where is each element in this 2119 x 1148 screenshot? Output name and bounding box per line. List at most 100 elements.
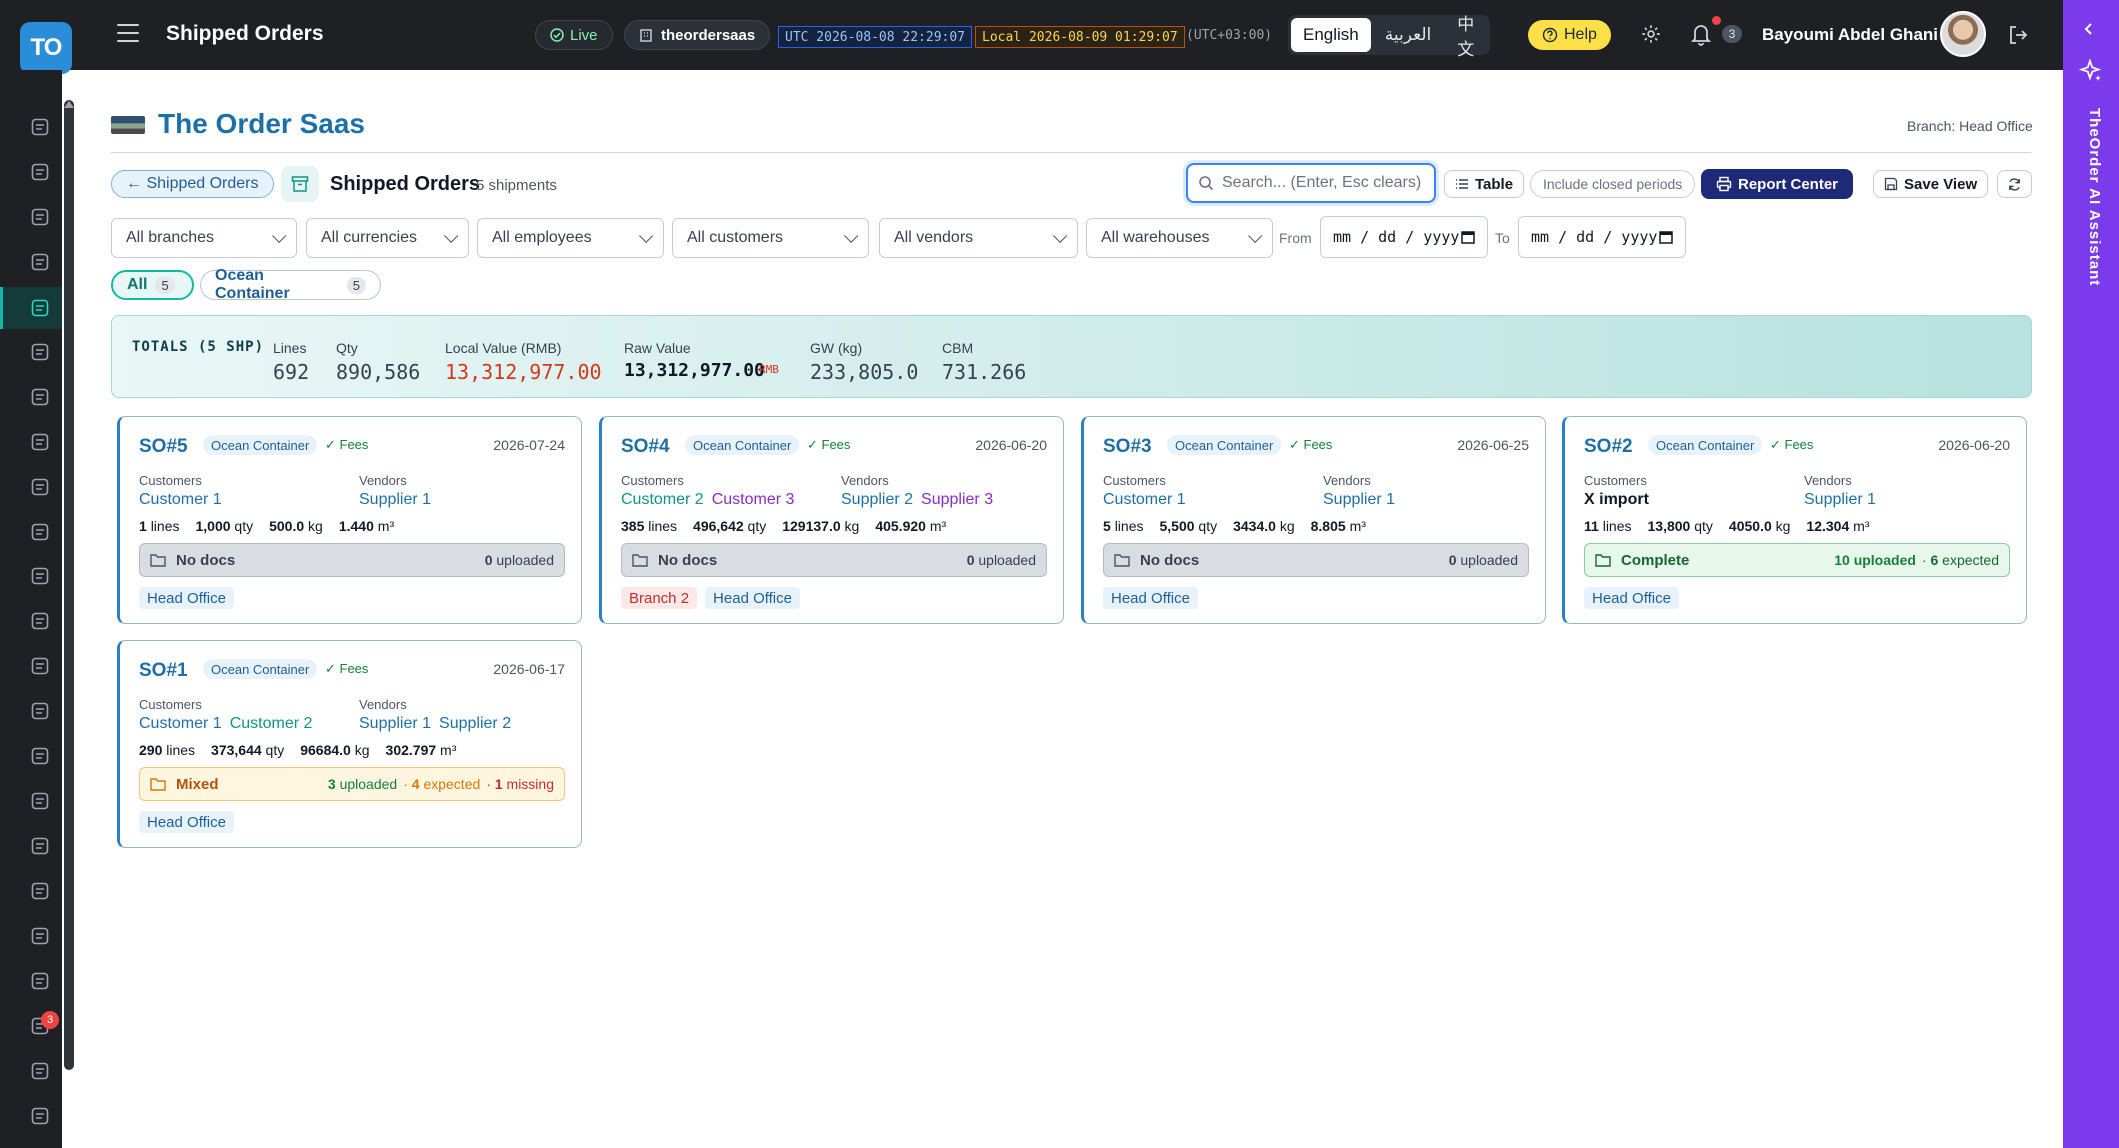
user-group-icon[interactable] (29, 1060, 51, 1082)
lang-arabic[interactable]: العربية (1373, 18, 1443, 52)
docs-status-bar[interactable]: Complete 10 uploaded · 6 expected (1584, 543, 2010, 577)
lang-english[interactable]: English (1291, 18, 1371, 52)
qty-value: 496,642 (693, 518, 744, 534)
wallet-icon[interactable] (29, 655, 51, 677)
qty-unit: qty (1694, 518, 1713, 534)
from-date-input[interactable]: mm / dd / yyyy (1320, 216, 1488, 258)
users-icon[interactable] (29, 431, 51, 453)
sparkle-icon[interactable] (2078, 58, 2104, 84)
shipment-card[interactable]: SO#1 Ocean Container ✓ Fees 2026-06-17 Custo… (117, 640, 582, 848)
so-number[interactable]: SO#1 (139, 660, 188, 682)
scroll-up-arrow-icon[interactable] (64, 101, 74, 108)
currencies-filter-value: All currencies (321, 229, 418, 246)
calendar-icon[interactable] (1659, 230, 1673, 244)
report-center-button[interactable]: Report Center (1701, 169, 1854, 199)
tenant-selector[interactable]: theordersaas (624, 20, 771, 50)
lines-unit: lines (150, 518, 180, 534)
shipment-card[interactable]: SO#5 Ocean Container ✓ Fees 2026-07-24 Custo… (117, 416, 582, 624)
dollar-doc-icon[interactable] (29, 610, 51, 632)
shipment-card[interactable]: SO#3 Ocean Container ✓ Fees 2026-06-25 Custo… (1081, 416, 1546, 624)
user-name[interactable]: Bayoumi Abdel Ghani (1762, 25, 1938, 45)
back-button[interactable]: ← Shipped Orders (111, 170, 274, 198)
dollar-icon[interactable] (29, 835, 51, 857)
dashboard-icon[interactable] (29, 116, 51, 138)
customer-link[interactable]: Customer 1 (139, 715, 222, 733)
docs-status-bar[interactable]: No docs 0 uploaded (621, 543, 1047, 577)
bar-chart-icon[interactable] (29, 880, 51, 902)
docs-status-bar[interactable]: No docs 0 uploaded (139, 543, 565, 577)
warehouses-filter[interactable]: All warehouses (1086, 218, 1273, 258)
customer-link[interactable]: Customer 1 (139, 491, 222, 509)
customer-link[interactable]: Customer 1 (1103, 491, 1186, 509)
clipboard-icon[interactable] (29, 161, 51, 183)
branches-filter[interactable]: All branches (111, 218, 297, 258)
calendar-icon[interactable] (1461, 230, 1475, 244)
so-number[interactable]: SO#3 (1103, 436, 1152, 458)
shipment-card[interactable]: SO#4 Ocean Container ✓ Fees 2026-06-20 Custo… (599, 416, 1064, 624)
docs-status-bar[interactable]: Mixed 3 uploaded · 4 expected · 1 missing (139, 767, 565, 801)
vendor-link[interactable]: Supplier 1 (1804, 491, 1876, 509)
so-number[interactable]: SO#5 (139, 436, 188, 458)
totals-local-value: 13,312,977.00 (445, 360, 602, 384)
car-icon[interactable] (29, 565, 51, 587)
avatar[interactable] (1940, 11, 1986, 57)
table-view-button[interactable]: Table (1444, 170, 1525, 198)
book-icon[interactable] (29, 790, 51, 812)
document-icon[interactable] (29, 745, 51, 767)
customer-link[interactable]: Customer 2 (230, 715, 313, 733)
cbm-value: 405.920 (875, 518, 926, 534)
archive-box-icon[interactable] (29, 297, 51, 319)
hamburger-menu-icon[interactable] (117, 24, 139, 42)
lines-unit: lines (1114, 518, 1144, 534)
app-logo[interactable]: TO (20, 22, 72, 74)
clipboard-check-icon[interactable] (29, 251, 51, 273)
layers-icon[interactable] (29, 386, 51, 408)
vendor-link[interactable]: Supplier 3 (921, 491, 993, 509)
from-date-placeholder: mm / dd / yyyy (1333, 228, 1460, 246)
search-input[interactable] (1222, 174, 1422, 192)
bank-icon[interactable] (29, 700, 51, 722)
docs-status-bar[interactable]: No docs 0 uploaded (1103, 543, 1529, 577)
lang-chinese[interactable]: 中文 (1445, 15, 1487, 59)
tab-ocean-container[interactable]: Ocean Container 5 (200, 267, 381, 302)
search-box[interactable] (1186, 163, 1436, 203)
cart-icon[interactable] (29, 206, 51, 228)
accessibility-icon[interactable] (29, 521, 51, 543)
help-button[interactable]: Help (1528, 20, 1611, 50)
vendor-link[interactable]: Supplier 1 (359, 491, 431, 509)
include-closed-toggle[interactable]: Include closed periods (1530, 170, 1696, 198)
to-date-input[interactable]: mm / dd / yyyy (1518, 216, 1686, 258)
bell-icon[interactable] (1690, 22, 1712, 46)
kg-unit: kg (308, 518, 323, 534)
customer-link[interactable]: Customer 3 (712, 491, 795, 509)
totals-cbm-value: 731.266 (942, 360, 1027, 384)
vendor-link[interactable]: Supplier 1 (359, 715, 431, 733)
customer-link[interactable]: X import (1584, 491, 1649, 509)
inbox-icon[interactable] (29, 970, 51, 992)
vendor-link[interactable]: Supplier 2 (439, 715, 511, 733)
customers-list: Customer 1 Customer 2 (139, 715, 312, 733)
vendors-filter[interactable]: All vendors (879, 218, 1078, 258)
vendor-link[interactable]: Supplier 1 (1323, 491, 1395, 509)
shipment-card[interactable]: SO#2 Ocean Container ✓ Fees 2026-06-20 Custo… (1562, 416, 2027, 624)
employees-filter[interactable]: All employees (477, 218, 664, 258)
customers-filter[interactable]: All customers (672, 218, 869, 258)
coins-icon[interactable] (29, 925, 51, 947)
chevron-left-icon[interactable] (2082, 22, 2096, 36)
refresh-icon (2009, 177, 2020, 191)
gear-icon[interactable] (1640, 23, 1662, 45)
so-number[interactable]: SO#4 (621, 436, 670, 458)
currencies-filter[interactable]: All currencies (306, 218, 469, 258)
ai-assistant-label[interactable]: TheOrder AI Assistant (2079, 108, 2103, 308)
refresh-button[interactable] (1997, 170, 2032, 198)
vendor-link[interactable]: Supplier 2 (841, 491, 913, 509)
tab-all[interactable]: All 5 (111, 270, 194, 300)
calendar-clock-icon[interactable] (29, 1105, 51, 1127)
save-view-button[interactable]: Save View (1873, 170, 1989, 198)
contact-card-icon[interactable] (29, 476, 51, 498)
sidebar-scrollbar[interactable] (64, 100, 74, 1070)
so-number[interactable]: SO#2 (1584, 436, 1633, 458)
logout-icon[interactable] (2007, 24, 2029, 46)
package-icon[interactable] (29, 341, 51, 363)
customer-link[interactable]: Customer 2 (621, 491, 704, 509)
